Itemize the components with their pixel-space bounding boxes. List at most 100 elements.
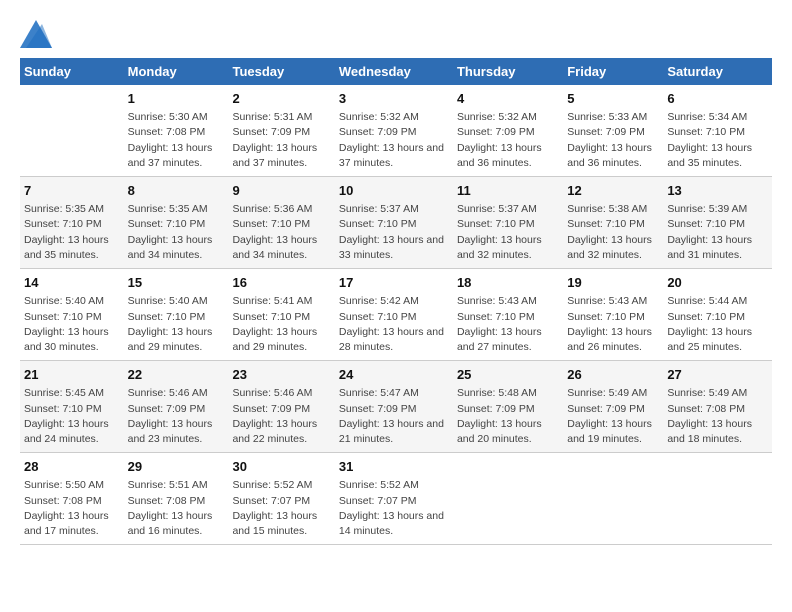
calendar-cell: 31Sunrise: 5:52 AMSunset: 7:07 PMDayligh… xyxy=(335,453,453,545)
sunset-text: Sunset: 7:10 PM xyxy=(667,310,768,325)
day-info: Sunrise: 5:30 AMSunset: 7:08 PMDaylight:… xyxy=(128,110,225,171)
sunset-text: Sunset: 7:10 PM xyxy=(232,310,330,325)
page-header xyxy=(20,20,772,48)
calendar-cell: 2Sunrise: 5:31 AMSunset: 7:09 PMDaylight… xyxy=(228,85,334,177)
day-number: 30 xyxy=(232,458,330,476)
day-number: 20 xyxy=(667,274,768,292)
calendar-cell: 16Sunrise: 5:41 AMSunset: 7:10 PMDayligh… xyxy=(228,269,334,361)
day-info: Sunrise: 5:32 AMSunset: 7:09 PMDaylight:… xyxy=(457,110,559,171)
day-info: Sunrise: 5:51 AMSunset: 7:08 PMDaylight:… xyxy=(128,478,225,539)
sunrise-text: Sunrise: 5:40 AM xyxy=(24,294,120,309)
calendar-header-row: SundayMondayTuesdayWednesdayThursdayFrid… xyxy=(20,58,772,85)
day-info: Sunrise: 5:44 AMSunset: 7:10 PMDaylight:… xyxy=(667,294,768,355)
sunrise-text: Sunrise: 5:39 AM xyxy=(667,202,768,217)
daylight-text: Daylight: 13 hours and 29 minutes. xyxy=(128,325,225,355)
day-number: 28 xyxy=(24,458,120,476)
column-header-friday: Friday xyxy=(563,58,663,85)
daylight-text: Daylight: 13 hours and 25 minutes. xyxy=(667,325,768,355)
sunset-text: Sunset: 7:10 PM xyxy=(339,217,449,232)
column-header-tuesday: Tuesday xyxy=(228,58,334,85)
sunset-text: Sunset: 7:10 PM xyxy=(457,217,559,232)
sunrise-text: Sunrise: 5:46 AM xyxy=(232,386,330,401)
day-number: 5 xyxy=(567,90,659,108)
sunset-text: Sunset: 7:10 PM xyxy=(339,310,449,325)
day-info: Sunrise: 5:37 AMSunset: 7:10 PMDaylight:… xyxy=(457,202,559,263)
sunset-text: Sunset: 7:09 PM xyxy=(232,125,330,140)
sunrise-text: Sunrise: 5:52 AM xyxy=(232,478,330,493)
calendar-cell xyxy=(20,85,124,177)
daylight-text: Daylight: 13 hours and 32 minutes. xyxy=(457,233,559,263)
logo xyxy=(20,20,56,48)
sunrise-text: Sunrise: 5:32 AM xyxy=(339,110,449,125)
daylight-text: Daylight: 13 hours and 35 minutes. xyxy=(667,141,768,171)
sunset-text: Sunset: 7:09 PM xyxy=(567,402,659,417)
day-info: Sunrise: 5:32 AMSunset: 7:09 PMDaylight:… xyxy=(339,110,449,171)
sunrise-text: Sunrise: 5:37 AM xyxy=(339,202,449,217)
sunset-text: Sunset: 7:10 PM xyxy=(24,217,120,232)
sunrise-text: Sunrise: 5:35 AM xyxy=(128,202,225,217)
calendar-cell: 20 Sunrise: 5:44 AMSunset: 7:10 PMDayligh… xyxy=(663,269,772,361)
sunset-text: Sunset: 7:07 PM xyxy=(339,494,449,509)
calendar-cell: 29Sunrise: 5:51 AMSunset: 7:08 PMDayligh… xyxy=(124,453,229,545)
calendar-cell: 22 Sunrise: 5:46 AMSunset: 7:09 PMDayligh… xyxy=(124,361,229,453)
day-number: 22 xyxy=(128,366,225,384)
sunset-text: Sunset: 7:08 PM xyxy=(24,494,120,509)
daylight-text: Daylight: 13 hours and 18 minutes. xyxy=(667,417,768,447)
sunrise-text: Sunrise: 5:32 AM xyxy=(457,110,559,125)
sunset-text: Sunset: 7:09 PM xyxy=(339,125,449,140)
calendar-cell: 30 Sunrise: 5:52 AMSunset: 7:07 PMDayligh… xyxy=(228,453,334,545)
daylight-text: Daylight: 13 hours and 32 minutes. xyxy=(567,233,659,263)
day-number: 27 xyxy=(667,366,768,384)
day-info: Sunrise: 5:34 AMSunset: 7:10 PMDaylight:… xyxy=(667,110,768,171)
sunrise-text: Sunrise: 5:49 AM xyxy=(567,386,659,401)
sunset-text: Sunset: 7:10 PM xyxy=(567,310,659,325)
calendar-cell: 21Sunrise: 5:45 AMSunset: 7:10 PMDayligh… xyxy=(20,361,124,453)
daylight-text: Daylight: 13 hours and 36 minutes. xyxy=(457,141,559,171)
day-info: Sunrise: 5:52 AMSunset: 7:07 PMDaylight:… xyxy=(232,478,330,539)
daylight-text: Daylight: 13 hours and 31 minutes. xyxy=(667,233,768,263)
daylight-text: Daylight: 13 hours and 30 minutes. xyxy=(24,325,120,355)
daylight-text: Daylight: 13 hours and 37 minutes. xyxy=(232,141,330,171)
calendar-week-row: 7Sunrise: 5:35 AMSunset: 7:10 PMDaylight… xyxy=(20,177,772,269)
calendar-cell: 24 Sunrise: 5:47 AMSunset: 7:09 PMDayligh… xyxy=(335,361,453,453)
day-info: Sunrise: 5:37 AMSunset: 7:10 PMDaylight:… xyxy=(339,202,449,263)
daylight-text: Daylight: 13 hours and 26 minutes. xyxy=(567,325,659,355)
sunset-text: Sunset: 7:10 PM xyxy=(457,310,559,325)
column-header-thursday: Thursday xyxy=(453,58,563,85)
day-info: Sunrise: 5:35 AMSunset: 7:10 PMDaylight:… xyxy=(24,202,120,263)
daylight-text: Daylight: 13 hours and 37 minutes. xyxy=(339,141,449,171)
day-info: Sunrise: 5:38 AMSunset: 7:10 PMDaylight:… xyxy=(567,202,659,263)
day-number: 15 xyxy=(128,274,225,292)
sunset-text: Sunset: 7:09 PM xyxy=(128,402,225,417)
day-number: 24 xyxy=(339,366,449,384)
day-info: Sunrise: 5:36 AMSunset: 7:10 PMDaylight:… xyxy=(232,202,330,263)
day-number: 7 xyxy=(24,182,120,200)
sunrise-text: Sunrise: 5:42 AM xyxy=(339,294,449,309)
sunrise-text: Sunrise: 5:30 AM xyxy=(128,110,225,125)
calendar-cell: 9Sunrise: 5:36 AMSunset: 7:10 PMDaylight… xyxy=(228,177,334,269)
sunset-text: Sunset: 7:08 PM xyxy=(128,494,225,509)
day-info: Sunrise: 5:47 AMSunset: 7:09 PMDaylight:… xyxy=(339,386,449,447)
day-info: Sunrise: 5:46 AMSunset: 7:09 PMDaylight:… xyxy=(128,386,225,447)
calendar-week-row: 28 Sunrise: 5:50 AMSunset: 7:08 PMDayligh… xyxy=(20,453,772,545)
day-info: Sunrise: 5:50 AMSunset: 7:08 PMDaylight:… xyxy=(24,478,120,539)
daylight-text: Daylight: 13 hours and 28 minutes. xyxy=(339,325,449,355)
daylight-text: Daylight: 13 hours and 27 minutes. xyxy=(457,325,559,355)
daylight-text: Daylight: 13 hours and 33 minutes. xyxy=(339,233,449,263)
day-info: Sunrise: 5:52 AMSunset: 7:07 PMDaylight:… xyxy=(339,478,449,539)
calendar-cell: 12Sunrise: 5:38 AMSunset: 7:10 PMDayligh… xyxy=(563,177,663,269)
daylight-text: Daylight: 13 hours and 34 minutes. xyxy=(232,233,330,263)
day-number: 18 xyxy=(457,274,559,292)
day-number: 14 xyxy=(24,274,120,292)
sunrise-text: Sunrise: 5:40 AM xyxy=(128,294,225,309)
sunset-text: Sunset: 7:10 PM xyxy=(567,217,659,232)
sunrise-text: Sunrise: 5:47 AM xyxy=(339,386,449,401)
day-number: 4 xyxy=(457,90,559,108)
sunrise-text: Sunrise: 5:45 AM xyxy=(24,386,120,401)
day-info: Sunrise: 5:48 AMSunset: 7:09 PMDaylight:… xyxy=(457,386,559,447)
daylight-text: Daylight: 13 hours and 21 minutes. xyxy=(339,417,449,447)
sunset-text: Sunset: 7:10 PM xyxy=(128,310,225,325)
daylight-text: Daylight: 13 hours and 22 minutes. xyxy=(232,417,330,447)
calendar-week-row: 14Sunrise: 5:40 AMSunset: 7:10 PMDayligh… xyxy=(20,269,772,361)
calendar-cell: 3Sunrise: 5:32 AMSunset: 7:09 PMDaylight… xyxy=(335,85,453,177)
